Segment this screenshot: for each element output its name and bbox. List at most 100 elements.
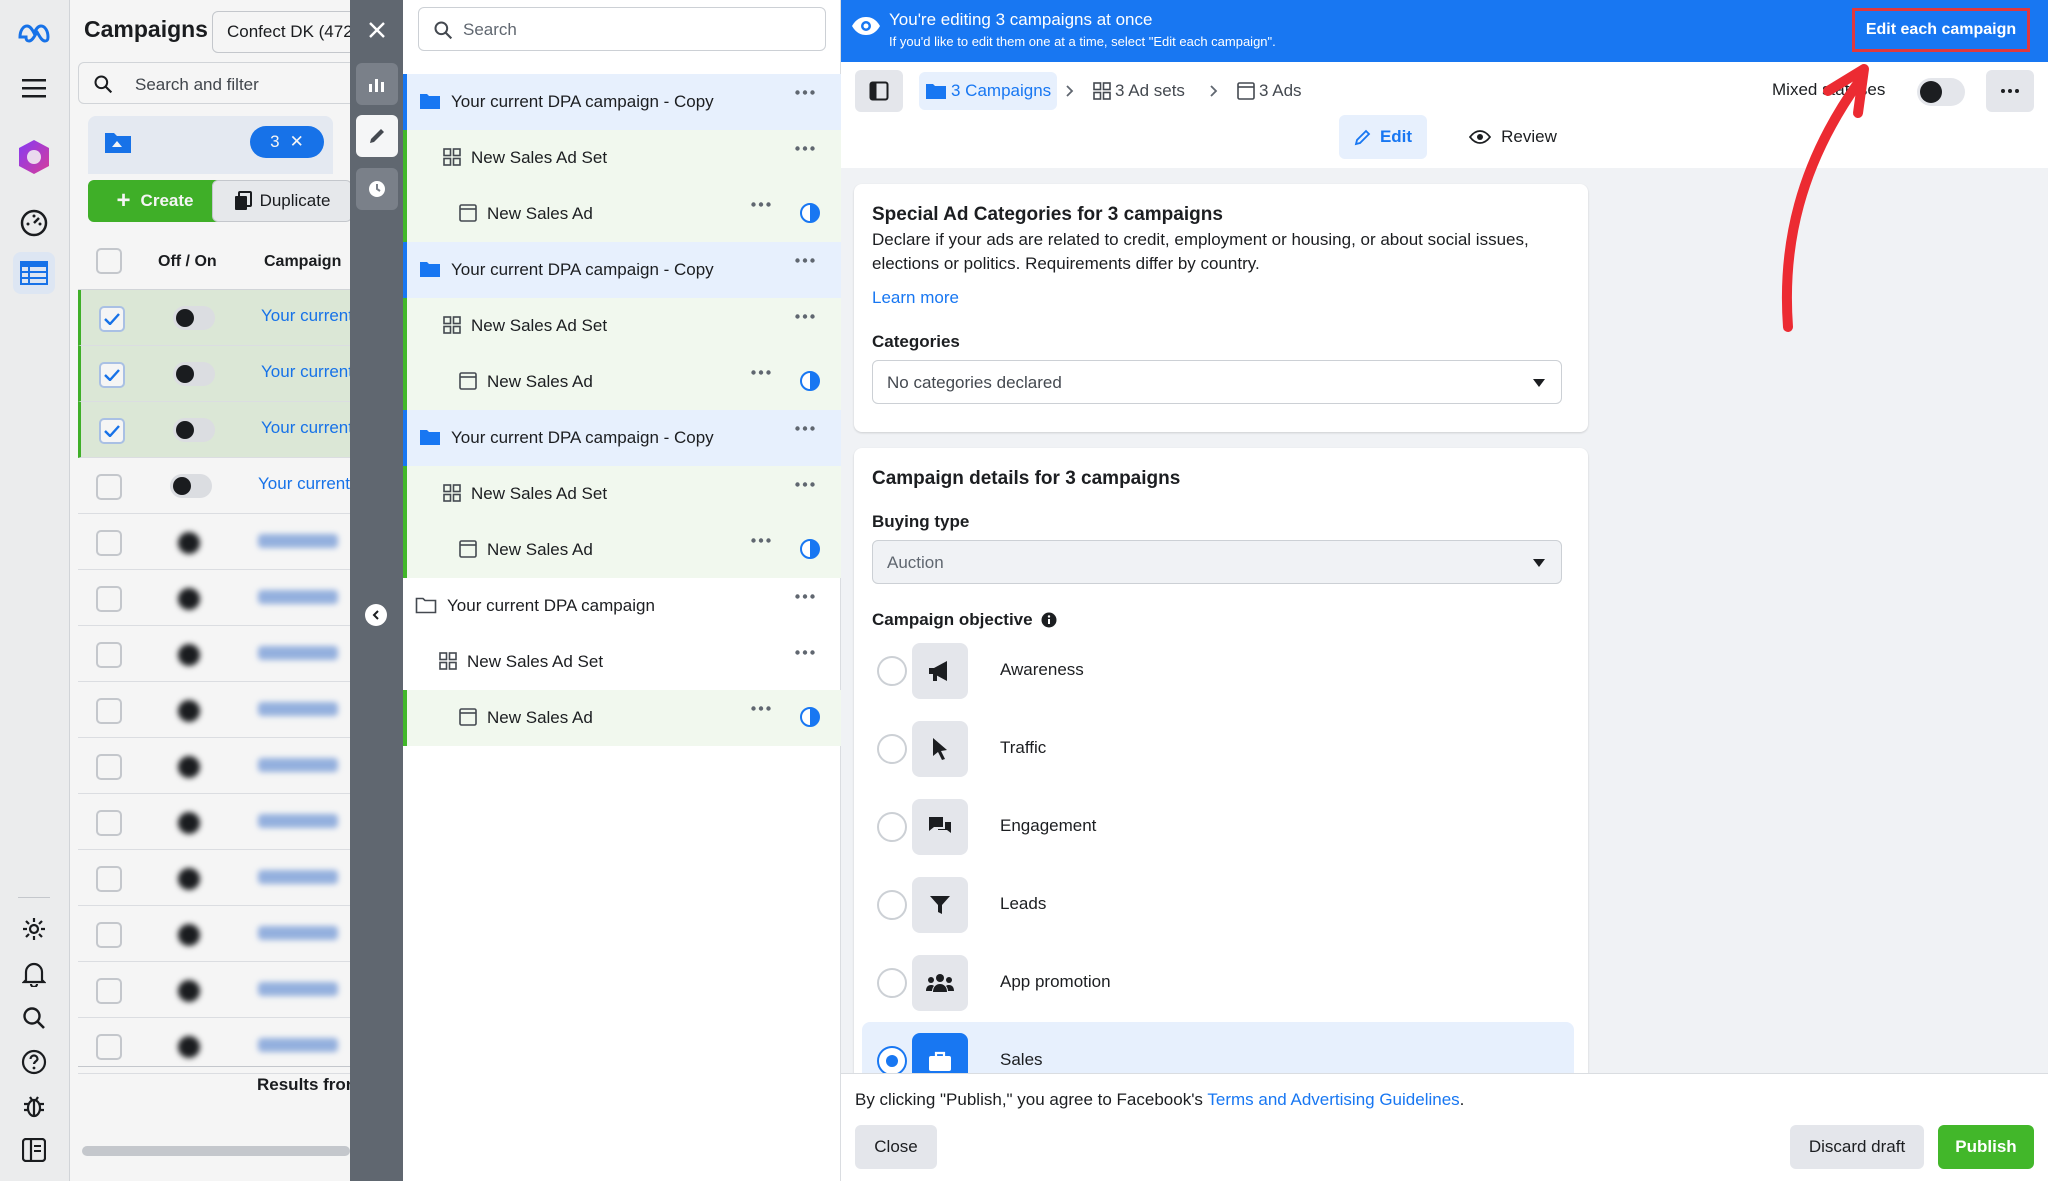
chevron-right-icon bbox=[1210, 85, 1218, 97]
ad-icon bbox=[459, 372, 477, 390]
more-dots-icon[interactable] bbox=[751, 538, 771, 543]
tree-node-adset[interactable]: New Sales Ad Set bbox=[403, 466, 841, 522]
tree-node-label: New Sales Ad Set bbox=[471, 148, 608, 167]
more-dots-icon[interactable] bbox=[751, 370, 771, 375]
toggle-sidebar-button[interactable] bbox=[855, 70, 903, 112]
tree-search-input[interactable]: Search bbox=[418, 7, 826, 51]
tab-edit[interactable]: Edit bbox=[1339, 115, 1427, 159]
objective-option[interactable]: Traffic bbox=[862, 710, 1574, 788]
categories-dropdown[interactable]: No categories declared bbox=[872, 360, 1562, 404]
close-editor-icon[interactable] bbox=[356, 9, 398, 51]
objective-label: Sales bbox=[1000, 1050, 1043, 1069]
objective-option[interactable]: Leads bbox=[862, 866, 1574, 944]
bulk-edit-banner: You're editing 3 campaigns at once If yo… bbox=[841, 0, 2048, 62]
more-dots-icon bbox=[2001, 89, 2019, 93]
tree-node-campaign[interactable]: Your current DPA campaign bbox=[403, 578, 841, 634]
breadcrumb-adsets-label: 3 Ad sets bbox=[1115, 81, 1185, 100]
breadcrumb-ads[interactable]: 3 Ads bbox=[1237, 72, 1302, 110]
buying-type-dropdown[interactable]: Auction bbox=[872, 540, 1562, 584]
tree-node-ad[interactable]: New Sales Ad bbox=[403, 354, 841, 410]
objective-label: Awareness bbox=[1000, 660, 1084, 679]
tree-node-campaign[interactable]: Your current DPA campaign - Copy bbox=[403, 74, 841, 130]
agreement-suffix: . bbox=[1459, 1090, 1465, 1109]
status-toggle[interactable] bbox=[1917, 78, 1965, 106]
tree-node-ad[interactable]: New Sales Ad bbox=[403, 522, 841, 578]
pencil-icon bbox=[1354, 129, 1371, 146]
objective-radio[interactable] bbox=[877, 890, 907, 920]
tab-review[interactable]: Review bbox=[1448, 115, 1578, 159]
discard-draft-button[interactable]: Discard draft bbox=[1790, 1125, 1924, 1169]
more-dots-icon[interactable] bbox=[795, 426, 815, 431]
info-icon[interactable] bbox=[1041, 612, 1057, 628]
objective-radio[interactable] bbox=[877, 1046, 907, 1076]
more-dots-icon[interactable] bbox=[795, 482, 815, 487]
tree-node-campaign[interactable]: Your current DPA campaign - Copy bbox=[403, 410, 841, 466]
more-dots-icon[interactable] bbox=[795, 650, 815, 655]
more-dots-icon[interactable] bbox=[795, 90, 815, 95]
special-ad-title: Special Ad Categories for 3 campaigns bbox=[872, 204, 1223, 225]
chevron-right-icon bbox=[1066, 85, 1074, 97]
publish-button[interactable]: Publish bbox=[1938, 1125, 2034, 1169]
bar-chart-icon[interactable] bbox=[356, 63, 398, 105]
objective-option[interactable]: Engagement bbox=[862, 788, 1574, 866]
eye-icon bbox=[1469, 130, 1492, 144]
edit-pencil-icon[interactable] bbox=[356, 115, 398, 157]
objective-radio[interactable] bbox=[877, 968, 907, 998]
tree-node-adset[interactable]: New Sales Ad Set bbox=[403, 298, 841, 354]
objective-label: Engagement bbox=[1000, 816, 1097, 835]
objective-option[interactable]: App promotion bbox=[862, 944, 1574, 1022]
breadcrumb-campaigns[interactable]: 3 Campaigns bbox=[919, 72, 1058, 110]
terms-link[interactable]: Terms and Advertising Guidelines bbox=[1207, 1090, 1459, 1109]
folder-icon bbox=[419, 92, 441, 110]
more-options-button[interactable] bbox=[1986, 70, 2034, 112]
tab-review-label: Review bbox=[1501, 127, 1557, 146]
tree-node-label: New Sales Ad bbox=[487, 372, 593, 391]
campaign-details-card: Campaign details for 3 campaigns Buying … bbox=[854, 448, 1588, 1088]
tree-node-label: New Sales Ad Set bbox=[467, 652, 604, 671]
adset-grid-icon bbox=[439, 652, 457, 670]
tree-node-ad[interactable]: New Sales Ad bbox=[403, 186, 841, 242]
objective-radio[interactable] bbox=[877, 734, 907, 764]
tab-edit-label: Edit bbox=[1379, 127, 1413, 146]
more-dots-icon[interactable] bbox=[795, 146, 815, 151]
tree-node-adset[interactable]: New Sales Ad Set bbox=[403, 130, 841, 186]
objective-radio[interactable] bbox=[877, 656, 907, 686]
objective-option[interactable]: Awareness bbox=[862, 632, 1574, 710]
tree-node-campaign[interactable]: Your current DPA campaign - Copy bbox=[403, 242, 841, 298]
special-ad-categories-card: Special Ad Categories for 3 campaigns De… bbox=[854, 184, 1588, 432]
objective-label: Traffic bbox=[1000, 738, 1047, 757]
publish-agreement: By clicking "Publish," you agree to Face… bbox=[855, 1090, 1464, 1110]
objective-radio[interactable] bbox=[877, 812, 907, 842]
agreement-text: By clicking "Publish," you agree to Face… bbox=[855, 1090, 1208, 1109]
tree-node-label: New Sales Ad bbox=[487, 204, 593, 223]
more-dots-icon[interactable] bbox=[795, 594, 815, 599]
more-dots-icon[interactable] bbox=[795, 314, 815, 319]
edit-each-campaign-button[interactable]: Edit each campaign bbox=[1852, 8, 2030, 52]
history-clock-icon[interactable] bbox=[356, 168, 398, 210]
tree-node-adset[interactable]: New Sales Ad Set bbox=[403, 634, 841, 690]
tree-search-placeholder: Search bbox=[463, 20, 517, 39]
annotation-arrow-icon bbox=[1781, 64, 1869, 332]
more-dots-icon[interactable] bbox=[751, 202, 771, 207]
ad-icon bbox=[459, 540, 477, 558]
close-button[interactable]: Close bbox=[855, 1125, 937, 1169]
funnel-icon bbox=[912, 877, 968, 933]
more-dots-icon[interactable] bbox=[751, 706, 771, 711]
chat-bubbles-icon bbox=[912, 799, 968, 855]
caret-down-icon bbox=[1533, 379, 1545, 387]
tree-node-label: New Sales Ad bbox=[487, 540, 593, 559]
buying-type-label: Buying type bbox=[872, 512, 970, 531]
caret-down-icon bbox=[1533, 559, 1545, 567]
ad-icon bbox=[459, 204, 477, 222]
tree-node-ad[interactable]: New Sales Ad bbox=[403, 690, 841, 746]
eye-icon bbox=[852, 17, 880, 35]
breadcrumb-adsets[interactable]: 3 Ad sets bbox=[1093, 72, 1185, 110]
sidebar-icon bbox=[869, 81, 889, 101]
tree-node-label: Your current DPA campaign - Copy bbox=[451, 260, 714, 279]
more-dots-icon[interactable] bbox=[795, 258, 815, 263]
learn-more-link[interactable]: Learn more bbox=[872, 288, 959, 308]
campaign-details-title: Campaign details for 3 campaigns bbox=[872, 468, 1181, 489]
tree-node-label: New Sales Ad bbox=[487, 708, 593, 727]
collapse-chevron-icon[interactable] bbox=[365, 604, 387, 626]
folder-icon bbox=[419, 428, 441, 446]
